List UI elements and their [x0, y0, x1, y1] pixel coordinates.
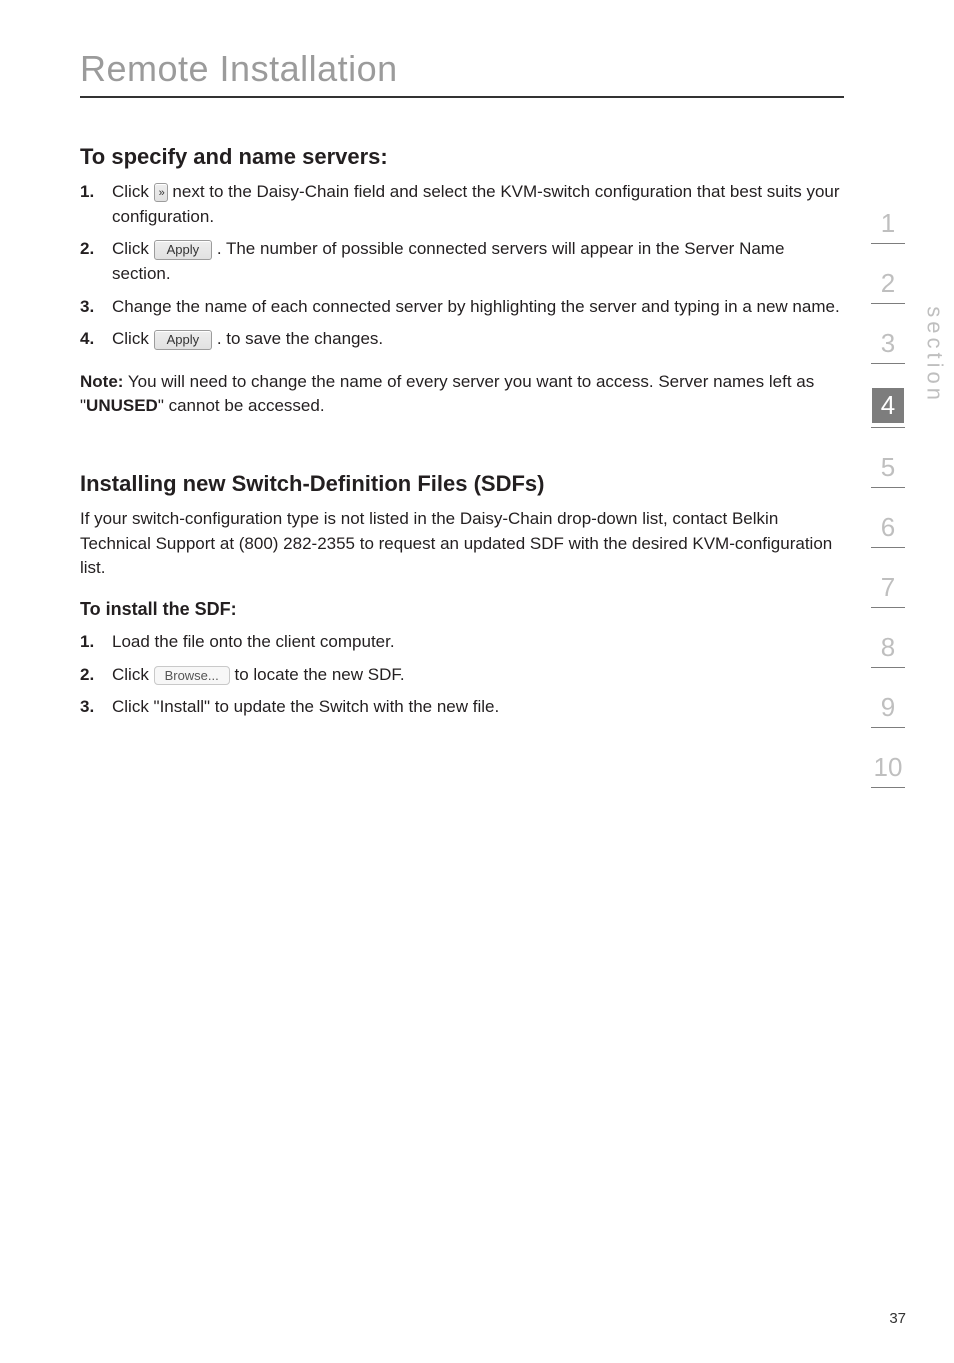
- note-label: Note:: [80, 372, 123, 391]
- section2-subheading: To install the SDF:: [80, 599, 844, 620]
- section-nav-1[interactable]: 1: [858, 208, 918, 239]
- text-fragment: Click: [112, 182, 154, 201]
- section-sidebar: 1 2 3 4 5 6 7 8 9 10: [858, 208, 918, 812]
- section-nav-7[interactable]: 7: [858, 572, 918, 603]
- item-number: 4.: [80, 327, 112, 352]
- browse-button[interactable]: Browse...: [154, 666, 230, 685]
- text-fragment: " cannot be accessed.: [158, 396, 325, 415]
- item-number: 2.: [80, 237, 112, 286]
- title-rule: [80, 96, 844, 98]
- page-container: Remote Installation To specify and name …: [0, 0, 954, 1363]
- text-fragment: Click: [112, 665, 154, 684]
- section-nav-6[interactable]: 6: [858, 512, 918, 543]
- list-item: 2. Click Browse... to locate the new SDF…: [80, 663, 844, 688]
- apply-button[interactable]: Apply: [154, 330, 213, 350]
- list-item: 1. Click » next to the Daisy-Chain field…: [80, 180, 844, 229]
- item-number: 3.: [80, 695, 112, 720]
- sidebar-rule: [871, 547, 905, 548]
- list-item: 3. Change the name of each connected ser…: [80, 295, 844, 320]
- sidebar-rule: [871, 427, 905, 428]
- sidebar-rule: [871, 667, 905, 668]
- text-fragment: Click: [112, 239, 154, 258]
- chevron-icon: »: [159, 187, 163, 199]
- note-paragraph: Note: You will need to change the name o…: [80, 370, 844, 419]
- section-nav-5[interactable]: 5: [858, 452, 918, 483]
- section2-list: 1. Load the file onto the client compute…: [80, 630, 844, 720]
- item-body: Click » next to the Daisy-Chain field an…: [112, 180, 844, 229]
- list-item: 2. Click Apply . The number of possible …: [80, 237, 844, 286]
- section-nav-2[interactable]: 2: [858, 268, 918, 299]
- apply-button[interactable]: Apply: [154, 240, 213, 260]
- expand-button[interactable]: »: [154, 183, 168, 202]
- section-vertical-label: section: [922, 306, 948, 404]
- text-fragment: to locate the new SDF.: [234, 665, 404, 684]
- item-body: Click Browse... to locate the new SDF.: [112, 663, 844, 688]
- page-number: 37: [889, 1310, 906, 1327]
- text-fragment: next to the Daisy-Chain field and select…: [112, 182, 840, 226]
- sidebar-rule: [871, 487, 905, 488]
- section1-list: 1. Click » next to the Daisy-Chain field…: [80, 180, 844, 352]
- section2-heading: Installing new Switch-Definition Files (…: [80, 471, 844, 497]
- item-number: 1.: [80, 630, 112, 655]
- list-item: 1. Load the file onto the client compute…: [80, 630, 844, 655]
- section-nav-10[interactable]: 10: [858, 752, 918, 783]
- sidebar-rule: [871, 243, 905, 244]
- section-nav-4[interactable]: 4: [872, 388, 904, 423]
- item-body: Change the name of each connected server…: [112, 295, 844, 320]
- item-number: 2.: [80, 663, 112, 688]
- list-item: 4. Click Apply . to save the changes.: [80, 327, 844, 352]
- sidebar-rule: [871, 303, 905, 304]
- section1-heading: To specify and name servers:: [80, 144, 844, 170]
- section2-paragraph: If your switch-configuration type is not…: [80, 507, 844, 581]
- sidebar-rule: [871, 727, 905, 728]
- section-nav-3[interactable]: 3: [858, 328, 918, 359]
- list-item: 3. Click "Install" to update the Switch …: [80, 695, 844, 720]
- text-fragment: . to save the changes.: [217, 329, 383, 348]
- item-body: Click "Install" to update the Switch wit…: [112, 695, 844, 720]
- item-body: Click Apply . to save the changes.: [112, 327, 844, 352]
- item-body: Click Apply . The number of possible con…: [112, 237, 844, 286]
- item-body: Load the file onto the client computer.: [112, 630, 844, 655]
- unused-keyword: UNUSED: [86, 396, 158, 415]
- section-nav-9[interactable]: 9: [858, 692, 918, 723]
- sidebar-rule: [871, 607, 905, 608]
- sidebar-rule: [871, 363, 905, 364]
- page-title: Remote Installation: [80, 48, 844, 90]
- sidebar-rule: [871, 787, 905, 788]
- item-number: 1.: [80, 180, 112, 229]
- item-number: 3.: [80, 295, 112, 320]
- section-nav-8[interactable]: 8: [858, 632, 918, 663]
- text-fragment: Click: [112, 329, 154, 348]
- text-fragment: . The number of possible connected serve…: [112, 239, 784, 283]
